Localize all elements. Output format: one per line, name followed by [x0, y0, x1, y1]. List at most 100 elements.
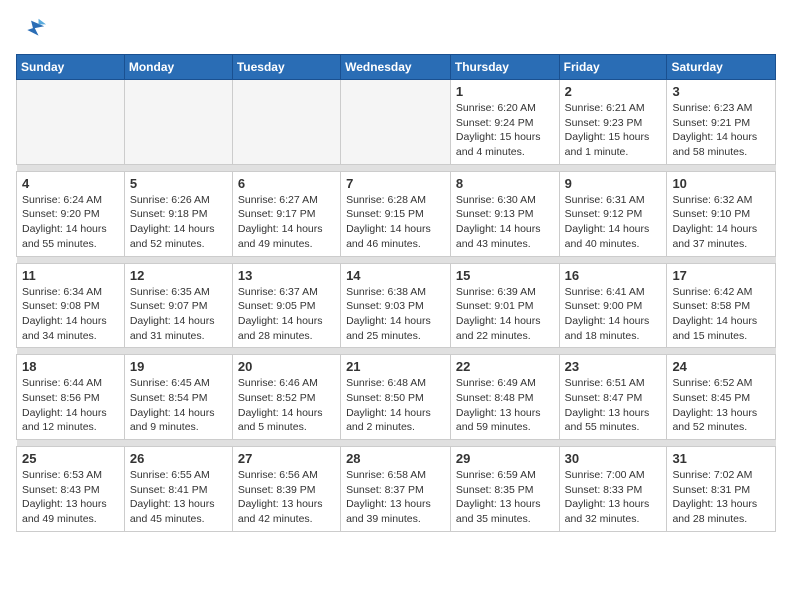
- day-info: Sunrise: 6:49 AM Sunset: 8:48 PM Dayligh…: [456, 376, 554, 435]
- logo: [16, 16, 46, 44]
- day-info: Sunrise: 6:23 AM Sunset: 9:21 PM Dayligh…: [672, 101, 770, 160]
- weekday-header-row: SundayMondayTuesdayWednesdayThursdayFrid…: [17, 55, 776, 80]
- day-number: 22: [456, 359, 554, 374]
- weekday-header-sunday: Sunday: [17, 55, 125, 80]
- day-cell: 5Sunrise: 6:26 AM Sunset: 9:18 PM Daylig…: [124, 171, 232, 256]
- day-info: Sunrise: 6:53 AM Sunset: 8:43 PM Dayligh…: [22, 468, 119, 527]
- day-number: 10: [672, 176, 770, 191]
- day-cell: 23 Sunrise: 6:51 AM Sunset: 8:47 PM Dayli…: [559, 355, 667, 440]
- day-info: Sunrise: 6:44 AM Sunset: 8:56 PM Dayligh…: [22, 376, 119, 435]
- day-cell: 18 Sunrise: 6:44 AM Sunset: 8:56 PM Dayli…: [17, 355, 125, 440]
- weekday-header-thursday: Thursday: [450, 55, 559, 80]
- day-info: Sunrise: 6:24 AM Sunset: 9:20 PM Dayligh…: [22, 193, 119, 252]
- day-info: Sunrise: 6:28 AM Sunset: 9:15 PM Dayligh…: [346, 193, 445, 252]
- weekday-header-saturday: Saturday: [667, 55, 776, 80]
- separator-cell: [232, 348, 340, 355]
- day-cell: 25 Sunrise: 6:53 AM Sunset: 8:43 PM Dayli…: [17, 447, 125, 532]
- day-info: Sunrise: 6:48 AM Sunset: 8:50 PM Dayligh…: [346, 376, 445, 435]
- day-cell: 31Sunrise: 7:02 AM Sunset: 8:31 PM Dayli…: [667, 447, 776, 532]
- week-separator: [17, 348, 776, 355]
- day-info: Sunrise: 7:02 AM Sunset: 8:31 PM Dayligh…: [672, 468, 770, 527]
- day-cell: [124, 80, 232, 165]
- day-number: 1: [456, 84, 554, 99]
- day-cell: 13 Sunrise: 6:37 AM Sunset: 9:05 PM Dayli…: [232, 263, 340, 348]
- day-cell: 8Sunrise: 6:30 AM Sunset: 9:13 PM Daylig…: [450, 171, 559, 256]
- day-number: 15: [456, 268, 554, 283]
- weekday-header-friday: Friday: [559, 55, 667, 80]
- separator-cell: [17, 348, 125, 355]
- separator-cell: [667, 348, 776, 355]
- day-cell: 11 Sunrise: 6:34 AM Sunset: 9:08 PM Dayli…: [17, 263, 125, 348]
- separator-cell: [124, 256, 232, 263]
- weekday-header-monday: Monday: [124, 55, 232, 80]
- week-separator: [17, 256, 776, 263]
- day-cell: 2 Sunrise: 6:21 AM Sunset: 9:23 PM Daylig…: [559, 80, 667, 165]
- separator-cell: [124, 440, 232, 447]
- week-row-0: 1Sunrise: 6:20 AM Sunset: 9:24 PM Daylig…: [17, 80, 776, 165]
- day-cell: 4 Sunrise: 6:24 AM Sunset: 9:20 PM Daylig…: [17, 171, 125, 256]
- day-cell: [232, 80, 340, 165]
- day-number: 23: [565, 359, 662, 374]
- separator-cell: [124, 164, 232, 171]
- day-cell: 22 Sunrise: 6:49 AM Sunset: 8:48 PM Dayli…: [450, 355, 559, 440]
- day-number: 11: [22, 268, 119, 283]
- day-cell: 15 Sunrise: 6:39 AM Sunset: 9:01 PM Dayli…: [450, 263, 559, 348]
- separator-cell: [559, 440, 667, 447]
- day-info: Sunrise: 6:41 AM Sunset: 9:00 PM Dayligh…: [565, 285, 662, 344]
- separator-cell: [667, 440, 776, 447]
- separator-cell: [450, 440, 559, 447]
- day-cell: 26Sunrise: 6:55 AM Sunset: 8:41 PM Dayli…: [124, 447, 232, 532]
- day-info: Sunrise: 6:58 AM Sunset: 8:37 PM Dayligh…: [346, 468, 445, 527]
- separator-cell: [450, 348, 559, 355]
- day-cell: 10 Sunrise: 6:32 AM Sunset: 9:10 PM Dayli…: [667, 171, 776, 256]
- day-cell: 19Sunrise: 6:45 AM Sunset: 8:54 PM Dayli…: [124, 355, 232, 440]
- week-row-4: 25 Sunrise: 6:53 AM Sunset: 8:43 PM Dayli…: [17, 447, 776, 532]
- week-row-2: 11 Sunrise: 6:34 AM Sunset: 9:08 PM Dayli…: [17, 263, 776, 348]
- week-row-1: 4 Sunrise: 6:24 AM Sunset: 9:20 PM Daylig…: [17, 171, 776, 256]
- day-info: Sunrise: 6:26 AM Sunset: 9:18 PM Dayligh…: [130, 193, 227, 252]
- day-number: 27: [238, 451, 335, 466]
- day-cell: 21Sunrise: 6:48 AM Sunset: 8:50 PM Dayli…: [341, 355, 451, 440]
- separator-cell: [559, 164, 667, 171]
- day-cell: 6Sunrise: 6:27 AM Sunset: 9:17 PM Daylig…: [232, 171, 340, 256]
- day-cell: 27Sunrise: 6:56 AM Sunset: 8:39 PM Dayli…: [232, 447, 340, 532]
- separator-cell: [341, 256, 451, 263]
- day-info: Sunrise: 6:55 AM Sunset: 8:41 PM Dayligh…: [130, 468, 227, 527]
- day-info: Sunrise: 6:34 AM Sunset: 9:08 PM Dayligh…: [22, 285, 119, 344]
- day-number: 24: [672, 359, 770, 374]
- day-cell: 3Sunrise: 6:23 AM Sunset: 9:21 PM Daylig…: [667, 80, 776, 165]
- separator-cell: [341, 440, 451, 447]
- day-number: 25: [22, 451, 119, 466]
- separator-cell: [232, 256, 340, 263]
- day-number: 7: [346, 176, 445, 191]
- day-info: Sunrise: 6:21 AM Sunset: 9:23 PM Dayligh…: [565, 101, 662, 160]
- separator-cell: [559, 348, 667, 355]
- separator-cell: [450, 164, 559, 171]
- separator-cell: [232, 440, 340, 447]
- day-info: Sunrise: 6:38 AM Sunset: 9:03 PM Dayligh…: [346, 285, 445, 344]
- separator-cell: [124, 348, 232, 355]
- day-cell: 30Sunrise: 7:00 AM Sunset: 8:33 PM Dayli…: [559, 447, 667, 532]
- day-number: 8: [456, 176, 554, 191]
- day-info: Sunrise: 6:31 AM Sunset: 9:12 PM Dayligh…: [565, 193, 662, 252]
- week-row-3: 18 Sunrise: 6:44 AM Sunset: 8:56 PM Dayli…: [17, 355, 776, 440]
- day-number: 2: [565, 84, 662, 99]
- day-number: 13: [238, 268, 335, 283]
- day-number: 18: [22, 359, 119, 374]
- day-cell: 1Sunrise: 6:20 AM Sunset: 9:24 PM Daylig…: [450, 80, 559, 165]
- day-cell: 20Sunrise: 6:46 AM Sunset: 8:52 PM Dayli…: [232, 355, 340, 440]
- separator-cell: [232, 164, 340, 171]
- day-number: 4: [22, 176, 119, 191]
- day-info: Sunrise: 6:37 AM Sunset: 9:05 PM Dayligh…: [238, 285, 335, 344]
- day-cell: 12Sunrise: 6:35 AM Sunset: 9:07 PM Dayli…: [124, 263, 232, 348]
- day-info: Sunrise: 6:32 AM Sunset: 9:10 PM Dayligh…: [672, 193, 770, 252]
- day-number: 16: [565, 268, 662, 283]
- day-info: Sunrise: 6:51 AM Sunset: 8:47 PM Dayligh…: [565, 376, 662, 435]
- day-number: 28: [346, 451, 445, 466]
- weekday-header-wednesday: Wednesday: [341, 55, 451, 80]
- day-info: Sunrise: 6:39 AM Sunset: 9:01 PM Dayligh…: [456, 285, 554, 344]
- day-cell: [341, 80, 451, 165]
- day-number: 12: [130, 268, 227, 283]
- separator-cell: [450, 256, 559, 263]
- separator-cell: [559, 256, 667, 263]
